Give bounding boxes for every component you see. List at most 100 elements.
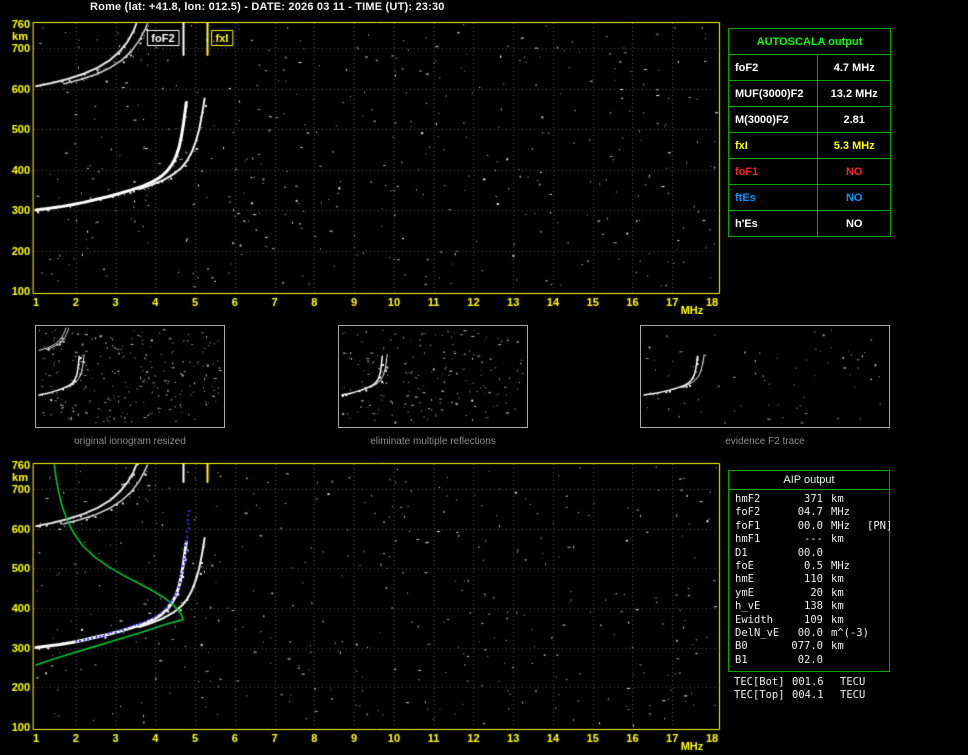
aip-cell-l: Ewidth <box>735 613 773 626</box>
aip-cell-u: km <box>831 573 844 586</box>
autoscala-row-label: M(3000)F2 <box>727 106 819 133</box>
aip-row: B1 02.0 <box>735 654 887 667</box>
aip-cell-v: 077.0 <box>791 640 823 653</box>
tec-cell-l: TEC[Bot] <box>734 676 785 688</box>
aip-cell-u: km <box>831 533 844 546</box>
aip-cell-v: --- <box>804 533 823 546</box>
aip-table-header: AIP output <box>729 471 889 490</box>
aip-cell-l: foF2 <box>735 506 761 519</box>
aip-table-rows: hmF2 371 km foF2 04.7 MHz foF1 00.0 MHz [PN] hmF1 -… <box>729 490 892 667</box>
tec-row: TEC[Bot] 001.6 TECU <box>728 676 890 689</box>
aip-row: B0 077.0 km <box>735 640 887 653</box>
aip-cell-u: MHz <box>831 506 850 519</box>
autoscala-output-table: AUTOSCALA output foF2 4.7 MHz MUF(3000)F2 1… <box>727 28 891 237</box>
aip-cell-l: h_vE <box>735 600 761 613</box>
aip-cell-l: foE <box>735 559 754 572</box>
aip-cell-u: km <box>831 586 844 599</box>
autoscala-row-label: fxI <box>727 132 819 159</box>
thumbnail-evidence-f2-trace-canvas <box>640 325 890 428</box>
aip-row: hmE 110 km <box>735 573 887 586</box>
autoscala-table-header-row: AUTOSCALA output <box>728 28 891 55</box>
aip-cell-v: 0.5 <box>804 559 823 572</box>
autoscala-window: Rome (lat: +41.8, lon: 012.5) - DATE: 20… <box>0 0 968 755</box>
aip-cell-l: ymE <box>735 586 754 599</box>
thumbnail-original-ionogram-canvas <box>35 325 225 428</box>
ionogram-top-canvas <box>0 14 730 314</box>
aip-cell-l: hmF2 <box>735 493 761 505</box>
aip-cell-x <box>867 493 887 506</box>
aip-row: h_vE 138 km <box>735 600 887 613</box>
aip-cell-x <box>867 600 887 613</box>
aip-cell-x <box>867 640 887 653</box>
thumbnail-eliminate-reflections-canvas <box>338 325 528 428</box>
ionogram-bottom-canvas <box>0 456 730 755</box>
autoscala-row: h'Es NO <box>727 210 891 237</box>
autoscala-row-label: MUF(3000)F2 <box>727 80 819 107</box>
autoscala-row: foF1 NO <box>727 158 891 185</box>
autoscala-row-label: h'Es <box>727 210 819 237</box>
autoscala-row-label: foF1 <box>727 158 819 185</box>
autoscala-row-value: 4.7 MHz <box>817 54 891 81</box>
aip-cell-v: 00.0 <box>797 519 823 532</box>
aip-cell-v: 371 <box>804 493 823 505</box>
tec-cell-l: TEC[Top] <box>734 689 785 701</box>
aip-cell-u: MHz <box>831 559 850 572</box>
thumbnail-caption-eliminate: eliminate multiple reflections <box>370 436 496 447</box>
autoscala-row-label: ftEs <box>727 184 819 211</box>
aip-cell-v: 00.0 <box>797 546 823 559</box>
autoscala-table-body: AUTOSCALA output foF2 4.7 MHz MUF(3000)F2 1… <box>727 28 891 237</box>
station-date-time-title: Rome (lat: +41.8, lon: 012.5) - DATE: 20… <box>90 1 445 13</box>
aip-cell-v: 02.0 <box>797 653 823 666</box>
aip-cell-u: MHz <box>831 519 850 532</box>
aip-cell-x <box>867 560 887 573</box>
autoscala-row-value: NO <box>817 210 891 237</box>
aip-cell-u: m^(-3) <box>831 626 869 639</box>
tec-row: TEC[Top] 004.1 TECU <box>728 689 890 702</box>
aip-cell-u <box>823 547 867 560</box>
aip-cell-l: B0 <box>735 640 748 653</box>
aip-cell-x <box>867 506 887 519</box>
aip-row: ymE 20 km <box>735 587 887 600</box>
aip-cell-x <box>867 627 887 640</box>
aip-cell-l: DelN_vE <box>735 626 780 639</box>
aip-row: hmF2 371 km <box>735 493 887 506</box>
aip-cell-l: B1 <box>735 653 748 666</box>
autoscala-row: foF2 4.7 MHz <box>727 54 891 81</box>
aip-row: foF2 04.7 MHz <box>735 506 887 519</box>
aip-row: DelN_vE 00.0 m^(-3) <box>735 627 887 640</box>
aip-cell-v: 138 <box>804 600 823 613</box>
aip-output-table: AIP output hmF2 371 km foF2 04.7 MHz foF1 00.0 M… <box>728 470 892 672</box>
autoscala-row: fxI 5.3 MHz <box>727 132 891 159</box>
autoscala-table-header: AUTOSCALA output <box>728 28 891 55</box>
aip-row: D1 00.0 <box>735 547 887 560</box>
aip-cell-l: hmF1 <box>735 533 761 546</box>
aip-cell-v: 110 <box>804 573 823 586</box>
aip-row: Ewidth 109 km <box>735 614 887 627</box>
aip-cell-x <box>867 573 887 586</box>
aip-cell-x <box>867 587 887 600</box>
aip-cell-v: 109 <box>804 613 823 626</box>
aip-cell-l: foF1 <box>735 519 761 532</box>
aip-cell-x <box>867 547 887 560</box>
autoscala-row-value: NO <box>817 158 891 185</box>
autoscala-row-value: 13.2 MHz <box>817 80 891 107</box>
aip-row: foF1 00.0 MHz [PN] <box>735 519 892 533</box>
tec-cell-u: TECU <box>840 676 866 688</box>
aip-cell-u: km <box>831 493 844 505</box>
aip-cell-v: 20 <box>810 586 823 599</box>
autoscala-row-value: 2.81 <box>817 106 891 133</box>
aip-cell-u: km <box>831 613 844 626</box>
thumbnail-caption-original: original ionogram resized <box>74 436 186 447</box>
tec-cell-u: TECU <box>840 689 866 701</box>
aip-cell-u: km <box>831 600 844 613</box>
autoscala-row: M(3000)F2 2.81 <box>727 106 891 133</box>
aip-cell-l: D1 <box>735 546 748 559</box>
autoscala-row: ftEs NO <box>727 184 891 211</box>
aip-cell-l: hmE <box>735 573 754 586</box>
aip-cell-x <box>867 614 887 627</box>
aip-cell-x <box>867 654 887 667</box>
aip-cell-v: 04.7 <box>797 506 823 519</box>
aip-cell-u <box>823 654 867 667</box>
autoscala-row: MUF(3000)F2 13.2 MHz <box>727 80 891 107</box>
tec-cell-v: 004.1 <box>792 689 824 701</box>
